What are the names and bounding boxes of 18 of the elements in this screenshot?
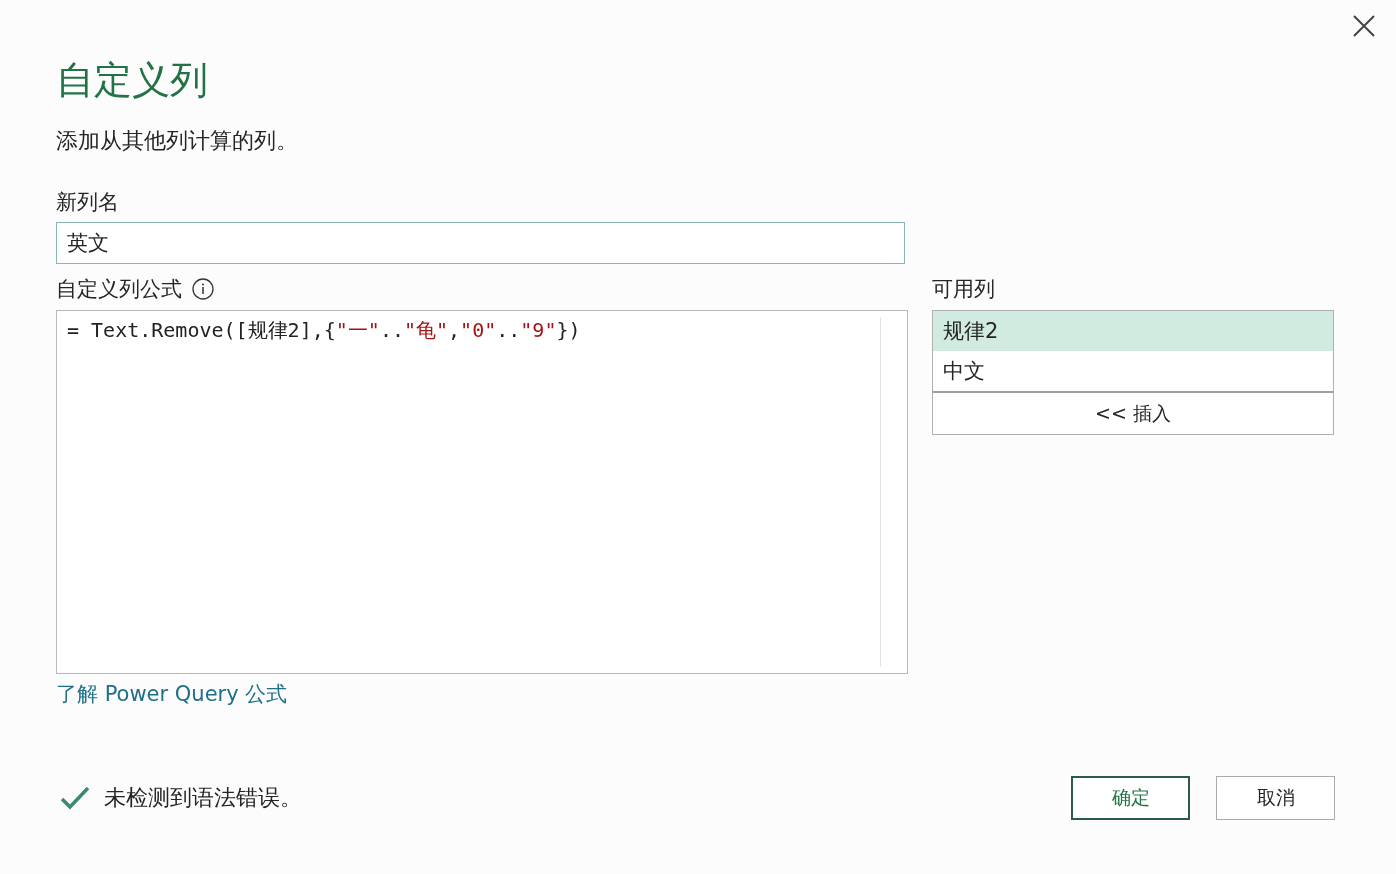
insert-button[interactable]: << 插入: [932, 391, 1334, 435]
formula-editor[interactable]: = Text.Remove([规律2],{"一".."龟","0".."9"}): [56, 310, 908, 674]
ok-button[interactable]: 确定: [1071, 776, 1190, 820]
close-button[interactable]: [1352, 14, 1376, 38]
checkmark-icon: [60, 785, 90, 811]
cancel-button[interactable]: 取消: [1216, 776, 1335, 820]
column-list-item[interactable]: 中文: [933, 351, 1333, 391]
info-icon[interactable]: [192, 278, 214, 300]
field-label: 自定义列公式: [56, 276, 182, 303]
column-name-field[interactable]: 英文: [56, 222, 905, 264]
column-list-item[interactable]: 规律2: [933, 311, 1333, 351]
help-link[interactable]: 了解 Power Query 公式: [56, 680, 288, 708]
field-label: 可用列: [932, 276, 996, 303]
status-message: 未检测到语法错误。: [104, 784, 303, 812]
close-icon: [1352, 14, 1376, 38]
field-label: 新列名: [56, 189, 120, 216]
dialog-subtitle: 添加从其他列计算的列。: [56, 127, 299, 155]
dialog-title: 自定义列: [56, 57, 209, 104]
